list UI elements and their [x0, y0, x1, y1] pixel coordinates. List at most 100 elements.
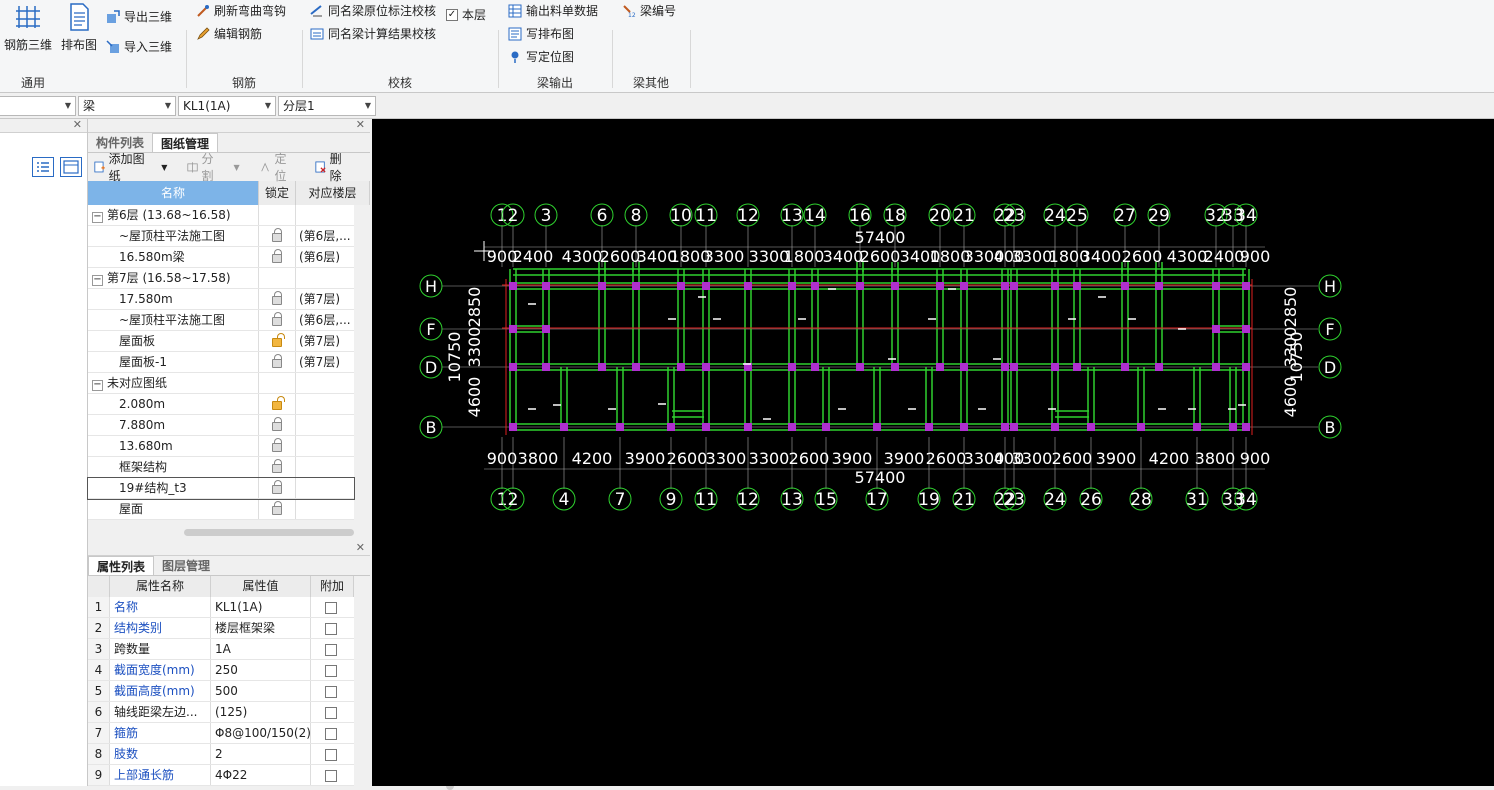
property-row[interactable]: 4 截面宽度(mm) 250 [88, 660, 354, 681]
tab-layer-management[interactable]: 图层管理 [154, 556, 218, 575]
extra-checkbox[interactable] [325, 685, 337, 698]
bottom-segment-dimension: 3900 [832, 449, 873, 468]
tree-row[interactable]: 19#结构_t3 [87, 477, 355, 500]
tree-row[interactable]: 7.880m [88, 415, 354, 436]
drawing-floor [296, 478, 354, 498]
property-row[interactable]: 6 轴线距梁左边... (125) [88, 702, 354, 723]
column-header-name[interactable]: 名称 [88, 181, 259, 205]
export-3d-button[interactable]: 导出三维 [106, 8, 172, 25]
lock-icon[interactable] [272, 249, 282, 263]
beam-number-button[interactable]: 123 梁编号 [622, 2, 676, 19]
detail-view-button[interactable] [60, 157, 82, 177]
check-calc-button[interactable]: 同名梁计算结果校核 [310, 25, 436, 42]
this-floor-checkbox[interactable]: ✓ 本层 [446, 6, 486, 23]
tree-row[interactable]: ~屋顶柱平法施工图 (第6层,... [88, 226, 354, 247]
tree-group-row[interactable]: − 第7层 (16.58~17.58) [88, 268, 354, 289]
tree-row[interactable]: ~屋顶柱平法施工图 (第6层,... [88, 310, 354, 331]
column-header-floor[interactable]: 对应楼层 [296, 181, 370, 205]
column-marker [632, 282, 640, 290]
property-row[interactable]: 8 肢数 2 [88, 744, 354, 765]
close-icon[interactable]: ✕ [356, 541, 365, 554]
tree-row[interactable]: 屋面板 (第7层) [88, 331, 354, 352]
property-value[interactable]: 2 [211, 744, 311, 764]
tree-row[interactable]: 屋面 [88, 499, 354, 520]
horizontal-scrollbar[interactable] [184, 529, 354, 536]
property-value[interactable]: 500 [211, 681, 311, 701]
lock-icon[interactable] [272, 480, 282, 494]
extra-checkbox[interactable] [325, 601, 337, 614]
property-value[interactable]: 楼层框架梁 [211, 618, 311, 638]
property-value[interactable]: 250 [211, 660, 311, 680]
refresh-bend-button[interactable]: 刷新弯曲弯钩 [196, 2, 286, 19]
column-header-lock[interactable]: 锁定 [259, 181, 296, 205]
sublayer-select[interactable]: 分层1 ▼ [278, 96, 376, 116]
collapse-icon[interactable]: − [92, 212, 103, 223]
lock-icon[interactable] [272, 291, 282, 305]
delete-button[interactable]: 删除 [315, 150, 360, 184]
layout-drawing-button[interactable]: 排布图 [58, 2, 100, 53]
lock-icon[interactable] [272, 354, 282, 368]
column-marker [960, 363, 968, 371]
lock-icon[interactable] [272, 312, 282, 326]
lock-icon[interactable] [272, 501, 282, 515]
top-axis-label: 18 [884, 206, 906, 226]
tree-group-row[interactable]: − 未对应图纸 [88, 373, 354, 394]
write-position-button[interactable]: 写定位图 [508, 48, 574, 65]
property-row[interactable]: 9 上部通长筋 4Φ22 [88, 765, 354, 786]
property-row[interactable]: 7 箍筋 Φ8@100/150(2) [88, 723, 354, 744]
unlocked-icon[interactable] [272, 396, 285, 410]
list-view-button[interactable] [32, 157, 54, 177]
extra-checkbox[interactable] [325, 664, 337, 677]
close-icon[interactable]: ✕ [356, 118, 365, 131]
tree-row[interactable]: 17.580m (第7层) [88, 289, 354, 310]
property-row[interactable]: 3 跨数量 1A [88, 639, 354, 660]
element-name-select[interactable]: KL1(1A) ▼ [178, 96, 276, 116]
locate-button[interactable]: 定位 [260, 150, 305, 184]
check-annotation-button[interactable]: 同名梁原位标注校核 [310, 2, 436, 19]
extra-checkbox[interactable] [325, 643, 337, 656]
property-row[interactable]: 2 结构类别 楼层框架梁 [88, 618, 354, 639]
tree-row[interactable]: 13.680m [88, 436, 354, 457]
add-drawing-button[interactable]: 添加图纸 ▼ [94, 150, 177, 184]
tab-property-list[interactable]: 属性列表 [88, 556, 155, 575]
property-row[interactable]: 5 截面高度(mm) 500 [88, 681, 354, 702]
property-value[interactable]: Φ8@100/150(2) [211, 723, 311, 743]
split-button[interactable]: 分割 ▼ [187, 150, 249, 184]
tree-row[interactable]: 屋面板-1 (第7层) [88, 352, 354, 373]
property-row[interactable]: 1 名称 KL1(1A) [88, 597, 354, 618]
unlocked-icon[interactable] [272, 333, 285, 347]
tree-row[interactable]: 框架结构 [88, 457, 354, 478]
cad-canvas[interactable]: 1 2 3 6 8 10 11 12 13 14 16 18 20 21 22 23 24 25 27 29 32 33 3… [372, 119, 1494, 786]
property-value[interactable]: KL1(1A) [211, 597, 311, 617]
edit-rebar-button[interactable]: 编辑钢筋 [196, 25, 262, 42]
extra-checkbox[interactable] [325, 769, 337, 782]
collapse-icon[interactable]: − [92, 380, 103, 391]
write-layout-button[interactable]: 写排布图 [508, 25, 574, 42]
lock-icon[interactable] [272, 417, 282, 431]
tree-group-row[interactable]: − 第6层 (13.68~16.58) [88, 205, 354, 226]
close-icon[interactable]: ✕ [73, 118, 82, 131]
export-bom-button[interactable]: 输出料单数据 [508, 2, 598, 19]
checkbox-checked-icon: ✓ [446, 8, 458, 21]
property-value[interactable]: 1A [211, 639, 311, 659]
drawing-floor: (第6层,... [299, 229, 351, 243]
property-value[interactable]: (125) [211, 702, 311, 722]
extra-checkbox[interactable] [325, 727, 337, 740]
column-marker [1242, 325, 1250, 333]
tree-row[interactable]: 2.080m [88, 394, 354, 415]
property-value[interactable]: 4Φ22 [211, 765, 311, 785]
element-type-select[interactable]: 梁 ▼ [78, 96, 176, 116]
column-marker [788, 282, 796, 290]
extra-checkbox[interactable] [325, 748, 337, 761]
tree-row[interactable]: 16.580m梁 (第6层) [88, 247, 354, 268]
collapse-icon[interactable]: − [92, 275, 103, 286]
rebar-3d-button[interactable]: 钢筋三维 [2, 2, 54, 53]
lock-icon[interactable] [272, 459, 282, 473]
extra-checkbox[interactable] [325, 706, 337, 719]
extra-checkbox[interactable] [325, 622, 337, 635]
lock-icon[interactable] [272, 228, 282, 242]
lock-icon[interactable] [272, 438, 282, 452]
import-3d-button[interactable]: 导入三维 [106, 38, 172, 55]
beam-plan-drawing[interactable]: 1 2 3 6 8 10 11 12 13 14 16 18 20 21 2223 24 25 27 29 32333… [372, 119, 1494, 786]
floor-select[interactable]: ▼ [0, 96, 76, 116]
